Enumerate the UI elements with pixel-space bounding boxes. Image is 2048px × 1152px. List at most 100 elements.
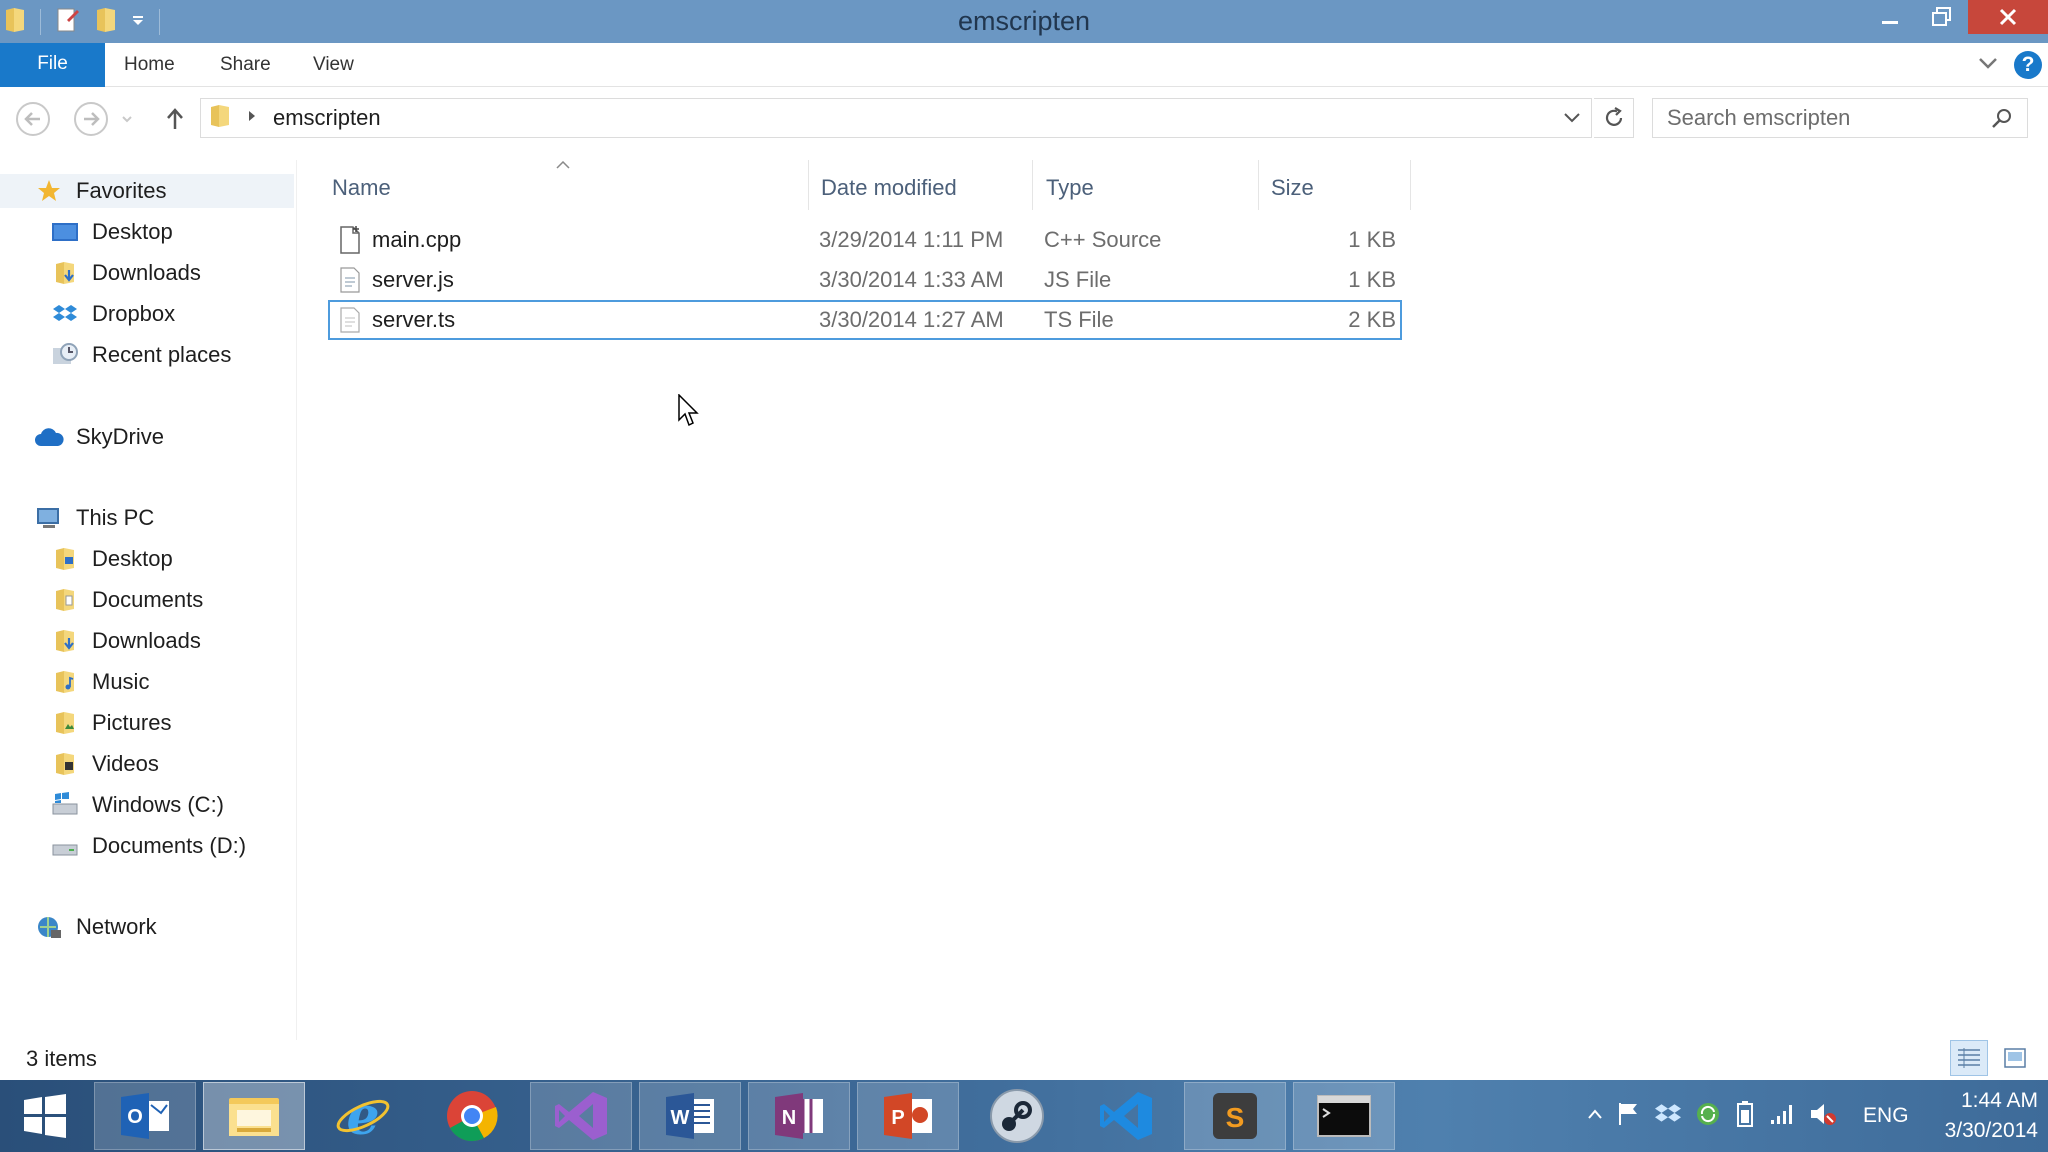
column-separator[interactable]	[1032, 160, 1033, 210]
nav-pc-videos[interactable]: Videos	[50, 747, 159, 781]
nav-pc-pictures[interactable]: Pictures	[50, 706, 171, 740]
nav-this-pc[interactable]: This PC	[34, 501, 154, 535]
file-type: JS File	[1044, 267, 1112, 292]
clock-date: 3/30/2014	[1944, 1119, 2038, 1142]
system-tray: ENG 1:44 AM 3/30/2014	[1587, 1080, 2038, 1152]
nav-pc-music[interactable]: Music	[50, 665, 149, 699]
file-row[interactable]: server.js 3/30/2014 1:33 AM JS File 1 KB	[328, 260, 1402, 300]
recent-locations-button[interactable]	[116, 100, 138, 138]
svg-text:S: S	[1226, 1102, 1245, 1133]
nav-pc-desktop[interactable]: Desktop	[50, 542, 173, 576]
nav-label: Music	[92, 669, 150, 694]
show-hidden-icons-icon[interactable]	[1587, 1107, 1603, 1125]
nav-pc-documents-d[interactable]: Documents (D:)	[50, 829, 246, 863]
details-view-button[interactable]	[1950, 1040, 1988, 1076]
word-icon: W	[666, 1093, 714, 1139]
tab-file[interactable]: File	[0, 43, 105, 87]
file-date: 3/29/2014 1:11 PM	[819, 227, 1004, 252]
taskbar-onenote[interactable]: N	[748, 1082, 850, 1150]
taskbar-outlook[interactable]: O	[94, 1082, 196, 1150]
address-history-dropdown-icon[interactable]	[1563, 111, 1581, 130]
nav-favorites-recent-places[interactable]: Recent places	[50, 338, 231, 372]
breadcrumb-emscripten[interactable]: emscripten	[273, 105, 381, 131]
input-language[interactable]: ENG	[1863, 1104, 1909, 1128]
chrome-icon	[447, 1091, 498, 1142]
taskbar-steam[interactable]	[966, 1082, 1068, 1150]
title-bar: emscripten	[0, 0, 2048, 43]
steam-icon	[990, 1089, 1044, 1143]
column-separator[interactable]	[808, 160, 809, 210]
documents-folder-icon	[50, 586, 80, 614]
file-row-selected[interactable]: server.ts 3/30/2014 1:27 AM TS File 2 KB	[328, 300, 1402, 340]
nav-favorites-dropbox[interactable]: Dropbox	[50, 297, 175, 331]
start-button[interactable]	[0, 1082, 90, 1150]
expand-ribbon-icon[interactable]	[1978, 56, 1998, 75]
taskbar-internet-explorer[interactable]: e	[312, 1082, 414, 1150]
large-icons-view-button[interactable]	[1996, 1040, 2034, 1076]
nav-label: Pictures	[92, 710, 172, 735]
help-icon[interactable]: ?	[2014, 51, 2042, 79]
nav-label: This PC	[76, 505, 155, 530]
clock-time: 1:44 AM	[1960, 1089, 2038, 1112]
search-input[interactable]	[1667, 105, 1977, 131]
column-header-date[interactable]: Date modified	[821, 170, 957, 210]
up-arrow-icon	[167, 108, 183, 129]
search-box[interactable]	[1652, 98, 2028, 138]
taskbar-powerpoint[interactable]: P	[857, 1082, 959, 1150]
taskbar-sublime-text[interactable]: S	[1184, 1082, 1286, 1150]
volume-muted-icon[interactable]	[1809, 1101, 1837, 1132]
tab-home[interactable]: Home	[124, 43, 175, 87]
forward-button[interactable]	[72, 100, 110, 138]
nav-favorites-desktop[interactable]: Desktop	[50, 215, 173, 249]
column-separator[interactable]	[1258, 160, 1259, 210]
taskbar-chrome[interactable]	[421, 1082, 523, 1150]
folder-icon	[209, 103, 231, 134]
outlook-icon: O	[121, 1093, 169, 1139]
dropbox-tray-icon[interactable]	[1655, 1102, 1682, 1131]
column-separator[interactable]	[1410, 160, 1411, 210]
clock[interactable]: 1:44 AM 3/30/2014	[1945, 1086, 2038, 1146]
minimize-button[interactable]	[1864, 0, 1916, 34]
mouse-cursor-icon	[678, 393, 700, 433]
search-icon[interactable]	[1991, 107, 2013, 134]
nav-pc-windows-c[interactable]: Windows (C:)	[50, 788, 224, 822]
taskbar-visual-studio[interactable]	[530, 1082, 632, 1150]
file-type: C++ Source	[1044, 227, 1162, 252]
address-bar[interactable]: emscripten	[200, 98, 1592, 138]
back-button[interactable]	[14, 100, 52, 138]
breadcrumb-separator-icon[interactable]	[247, 109, 257, 128]
sublime-text-icon: S	[1213, 1093, 1257, 1139]
tab-view[interactable]: View	[313, 43, 354, 87]
up-button[interactable]	[156, 100, 194, 138]
column-header-name[interactable]: Name	[332, 170, 391, 210]
column-header-type[interactable]: Type	[1046, 170, 1094, 210]
nav-skydrive[interactable]: SkyDrive	[34, 420, 164, 454]
network-signal-icon[interactable]	[1769, 1102, 1795, 1131]
column-header-size[interactable]: Size	[1271, 170, 1314, 210]
nav-network[interactable]: Network	[34, 910, 157, 944]
nav-favorites[interactable]: Favorites	[0, 174, 294, 208]
window-title: emscripten	[957, 6, 1091, 36]
nav-pc-downloads[interactable]: Downloads	[50, 624, 201, 658]
command-prompt-icon	[1317, 1095, 1371, 1137]
taskbar-vscode[interactable]	[1075, 1082, 1177, 1150]
sort-ascending-icon	[556, 160, 570, 172]
window-controls	[1864, 0, 2048, 34]
file-row[interactable]: main.cpp 3/29/2014 1:11 PM C++ Source 1 …	[328, 220, 1402, 260]
videos-folder-icon	[50, 750, 80, 778]
action-center-flag-icon[interactable]	[1617, 1101, 1641, 1132]
nav-label: Desktop	[92, 219, 173, 244]
tab-share[interactable]: Share	[220, 43, 271, 87]
nav-pc-documents[interactable]: Documents	[50, 583, 203, 617]
visual-studio-icon	[555, 1092, 607, 1140]
restore-button[interactable]	[1916, 0, 1968, 34]
battery-icon[interactable]	[1735, 1100, 1755, 1133]
close-button[interactable]	[1968, 0, 2048, 34]
sync-tray-icon[interactable]	[1695, 1101, 1721, 1132]
nav-favorites-downloads[interactable]: Downloads	[50, 256, 201, 290]
taskbar-command-prompt[interactable]	[1293, 1082, 1395, 1150]
refresh-button[interactable]	[1594, 98, 1634, 138]
taskbar-file-explorer[interactable]	[203, 1082, 305, 1150]
taskbar-word[interactable]: W	[639, 1082, 741, 1150]
nav-label: Documents	[92, 587, 204, 612]
